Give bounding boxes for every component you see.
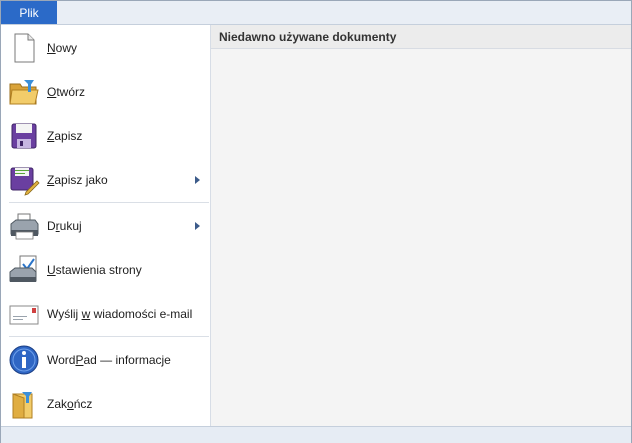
menu-item-exit[interactable]: Zakończ (1, 382, 210, 426)
save-as-icon (10, 167, 40, 196)
exit-icon (12, 392, 33, 419)
submenu-arrow-icon (195, 222, 200, 230)
recent-documents-header: Niedawno używane dokumenty (211, 25, 631, 49)
menu-item-about[interactable]: WordPad — informacje (1, 338, 210, 382)
menu-item-save-as[interactable]: Zapisz jako (1, 158, 210, 202)
submenu-arrow-icon (195, 176, 200, 184)
wordpad-window: Plik Nowy Otwórz Zapisz Zapisz jako Druk… (0, 0, 632, 443)
ribbon-tab-bar: Plik (1, 1, 631, 25)
file-menu: Nowy Otwórz Zapisz Zapisz jako Drukuj Us… (1, 25, 211, 426)
open-folder-icon (9, 80, 39, 105)
menu-item-open[interactable]: Otwórz (1, 70, 210, 114)
menu-item-page-setup[interactable]: Ustawienia strony (1, 248, 210, 292)
page-setup-icon (9, 255, 37, 282)
new-document-icon (14, 33, 35, 63)
menu-item-send-email[interactable]: Wyślij w wiadomości e-mail (1, 292, 210, 336)
menu-item-new[interactable]: Nowy (1, 26, 210, 70)
printer-icon (10, 213, 39, 240)
info-icon (9, 345, 39, 375)
menu-separator (9, 336, 209, 337)
menu-item-print[interactable]: Drukuj (1, 204, 210, 248)
recent-documents-pane: Niedawno używane dokumenty (211, 25, 631, 426)
email-envelope-icon (9, 305, 39, 325)
file-tab[interactable]: Plik (1, 1, 57, 24)
save-floppy-icon (11, 123, 37, 149)
status-bar (1, 426, 631, 443)
menu-item-save[interactable]: Zapisz (1, 114, 210, 158)
menu-separator (9, 202, 209, 203)
